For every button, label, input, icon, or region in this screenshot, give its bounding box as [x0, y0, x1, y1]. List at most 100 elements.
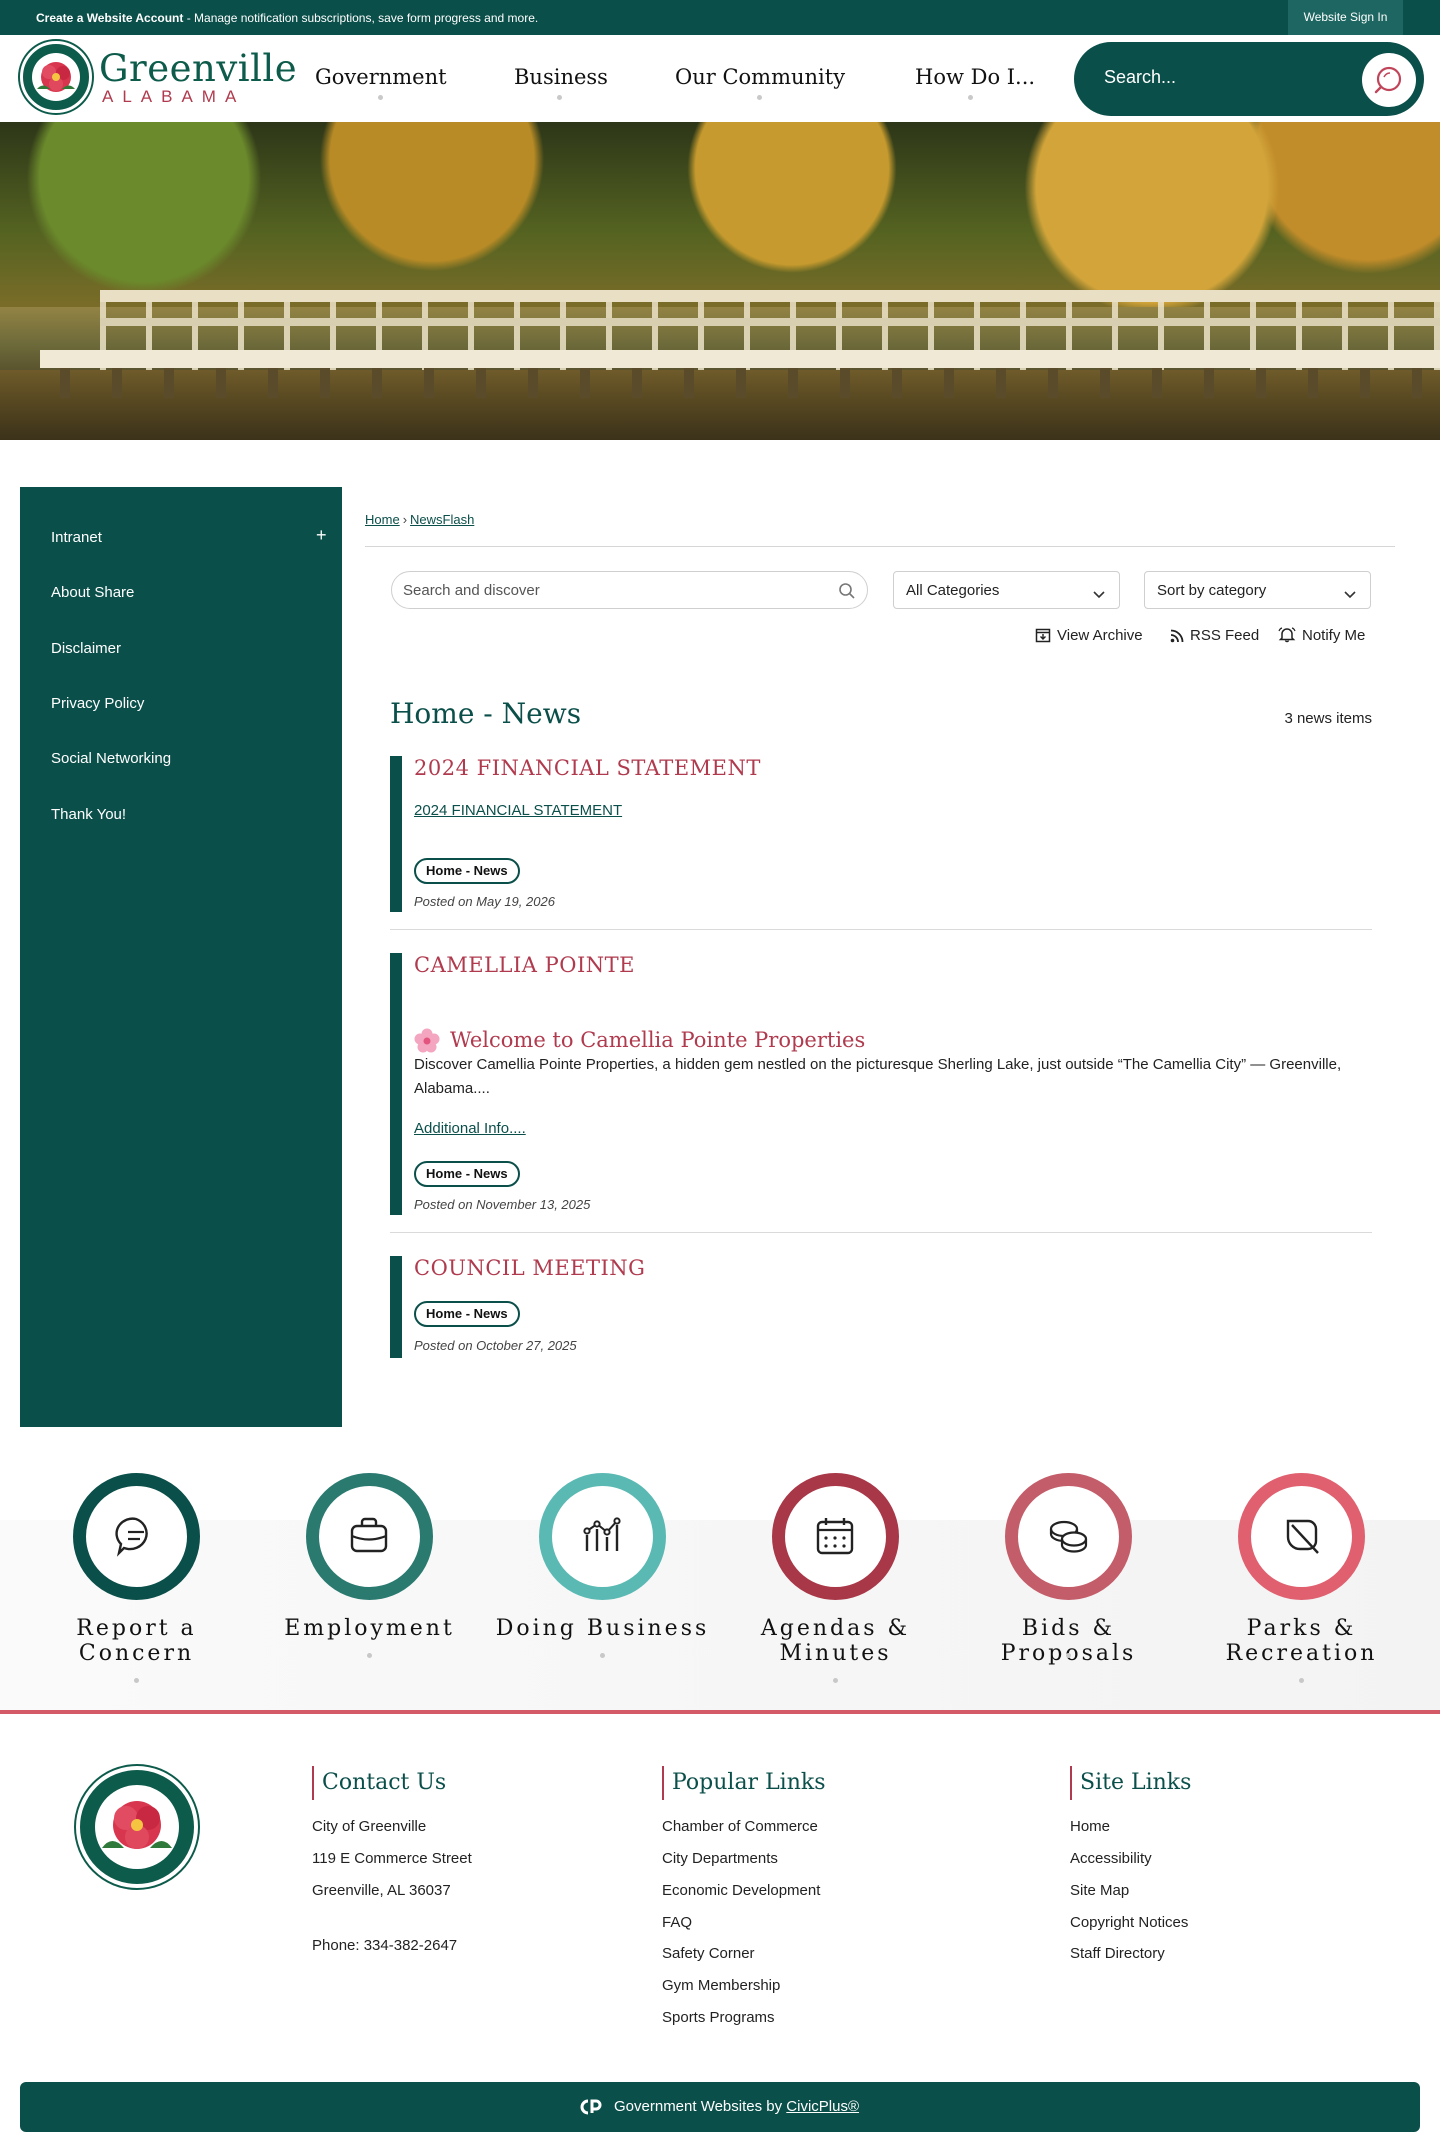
- quick-link-doing-business[interactable]: Doing Business: [486, 1473, 719, 1713]
- chevron-down-icon: [1093, 586, 1105, 604]
- category-select-value: All Categories: [906, 582, 1000, 599]
- footer-contact-line: 119 E Commerce Street: [312, 1850, 472, 1867]
- additional-info-link[interactable]: Additional Info....: [414, 1120, 526, 1137]
- logo-title[interactable]: Greenville: [99, 47, 297, 90]
- quick-link-label: Report a Concern: [20, 1616, 253, 1666]
- quick-link-ring: [1238, 1473, 1365, 1600]
- footer-popular-link[interactable]: Chamber of Commerce: [662, 1818, 818, 1835]
- create-account-message[interactable]: Create a Website Account - Manage notifi…: [36, 11, 538, 25]
- sidebar-item-intranet[interactable]: Intranet: [51, 529, 102, 546]
- quick-link-ring: [306, 1473, 433, 1600]
- news-item-title[interactable]: COUNCIL MEETING: [414, 1256, 645, 1280]
- news-summary: Discover Camellia Pointe Properties, a h…: [414, 1056, 1342, 1097]
- news-category-tag[interactable]: Home - News: [414, 1161, 520, 1187]
- nav-how-do-i[interactable]: How Do I...: [915, 65, 1035, 89]
- civicplus-credit-bar: Government Websites by CivicPlus®: [20, 2082, 1420, 2132]
- nav-government[interactable]: Government: [315, 65, 447, 89]
- news-accent-bar: [390, 953, 402, 1215]
- footer-site-link[interactable]: Staff Directory: [1070, 1945, 1165, 1962]
- civicplus-link[interactable]: CivicPlus®: [786, 2098, 859, 2115]
- news-item: 2024 FINANCIAL STATEMENT 2024 FINANCIAL …: [390, 756, 1372, 932]
- category-select[interactable]: All Categories: [893, 571, 1120, 609]
- quick-link-dot: [600, 1653, 605, 1658]
- hero-bridge-deck: [40, 350, 1440, 368]
- footer-site-link[interactable]: Copyright Notices: [1070, 1914, 1188, 1931]
- briefcase-icon: [350, 1517, 388, 1553]
- news-subheading: Welcome to Camellia Pointe Properties: [450, 1028, 866, 1052]
- leaf-icon: [1286, 1519, 1319, 1554]
- hero-bridge-rail: [100, 318, 1440, 326]
- news-category-tag[interactable]: Home - News: [414, 1301, 520, 1327]
- sidebar-item-social-networking[interactable]: Social Networking: [51, 750, 171, 767]
- quick-link-ring: [73, 1473, 200, 1600]
- quick-link-line1: Agendas &: [760, 1616, 911, 1641]
- quick-link-agendas-minutes[interactable]: Agendas & Minutes: [719, 1473, 952, 1713]
- create-account-desc: - Manage notification subscriptions, sav…: [183, 11, 539, 25]
- site-header: Greenville ALABAMA Government Business O…: [0, 35, 1440, 122]
- footer-popular-link[interactable]: Gym Membership: [662, 1977, 780, 1994]
- sidebar-item-about-share[interactable]: About Share: [51, 584, 134, 601]
- expand-intranet-button[interactable]: +: [316, 525, 327, 546]
- hero-trees: [0, 122, 1440, 307]
- sidebar-item-disclaimer[interactable]: Disclaimer: [51, 640, 121, 657]
- news-item: CAMELLIA POINTE Welcome to Camellia Poin…: [390, 953, 1372, 1235]
- quick-link-line1: Bids & Proposals: [1001, 1616, 1134, 1666]
- news-category-tag[interactable]: Home - News: [414, 858, 520, 884]
- news-search-input[interactable]: Search and discover: [391, 571, 868, 609]
- footer-site-heading: Site Links: [1070, 1766, 1191, 1800]
- quick-link-dot: [1066, 1653, 1071, 1658]
- rss-icon: [1170, 629, 1184, 643]
- nav-our-community[interactable]: Our Community: [675, 65, 845, 89]
- quick-link-label: Employment: [253, 1616, 486, 1641]
- footer-popular-link[interactable]: Safety Corner: [662, 1945, 755, 1962]
- view-archive-label: View Archive: [1057, 627, 1143, 644]
- footer-city-seal: [76, 1766, 198, 1888]
- hero-bridge-rail: [100, 290, 1440, 302]
- search-icon[interactable]: [838, 582, 856, 605]
- news-item-link[interactable]: 2024 FINANCIAL STATEMENT: [414, 802, 622, 819]
- graph-icon: [583, 1517, 621, 1551]
- sort-select[interactable]: Sort by category: [1144, 571, 1371, 609]
- quick-link-employment[interactable]: Employment: [253, 1473, 486, 1713]
- news-item-title[interactable]: 2024 FINANCIAL STATEMENT: [414, 756, 761, 780]
- quick-link-line1: Report a: [76, 1616, 197, 1641]
- news-search-placeholder: Search and discover: [403, 582, 540, 599]
- cherry-blossom-icon: [414, 1028, 440, 1053]
- news-item-title[interactable]: CAMELLIA POINTE: [414, 953, 635, 977]
- quick-link-label: Agendas & Minutes: [719, 1616, 952, 1666]
- quick-link-dot: [367, 1653, 372, 1658]
- news-posted-date: Posted on November 13, 2025: [414, 1197, 591, 1212]
- quick-link-parks-recreation[interactable]: Parks & Recreation: [1185, 1473, 1418, 1713]
- breadcrumb-newsflash[interactable]: NewsFlash: [410, 512, 474, 527]
- city-seal-logo[interactable]: [20, 41, 92, 113]
- rss-feed-link[interactable]: RSS Feed: [1170, 627, 1259, 644]
- quick-link-report-a-concern[interactable]: Report a Concern: [20, 1473, 253, 1713]
- calendar-icon: [816, 1518, 854, 1555]
- quick-link-dot: [134, 1678, 139, 1683]
- footer-contact-line: City of Greenville: [312, 1818, 427, 1835]
- website-sign-in-button[interactable]: Website Sign In: [1288, 0, 1403, 35]
- hero-bridge-piles: [60, 368, 1440, 398]
- footer-popular-link[interactable]: FAQ: [662, 1914, 692, 1931]
- footer-site-link[interactable]: Home: [1070, 1818, 1110, 1835]
- footer-popular-link[interactable]: Sports Programs: [662, 2009, 775, 2026]
- footer-phone[interactable]: Phone: 334-382-2647: [312, 1937, 457, 1954]
- site-search-button[interactable]: [1362, 53, 1416, 107]
- site-search[interactable]: Search...: [1074, 42, 1424, 116]
- search-icon: [1374, 66, 1402, 94]
- site-search-input[interactable]: Search...: [1104, 67, 1176, 88]
- quick-link-bids-proposals[interactable]: Bids & Proposals: [952, 1473, 1185, 1713]
- footer-site-link[interactable]: Accessibility: [1070, 1850, 1152, 1867]
- footer-site-link[interactable]: Site Map: [1070, 1882, 1129, 1899]
- footer-popular-link[interactable]: Economic Development: [662, 1882, 820, 1899]
- view-archive-link[interactable]: View Archive: [1035, 627, 1143, 644]
- quick-link-line2: Recreation: [1225, 1641, 1378, 1666]
- sidebar-item-thank-you[interactable]: Thank You!: [51, 806, 126, 823]
- nav-business[interactable]: Business: [514, 65, 608, 89]
- sidebar-item-privacy-policy[interactable]: Privacy Policy: [51, 695, 144, 712]
- create-account-link[interactable]: Create a Website Account: [36, 11, 183, 25]
- logo-subtitle: ALABAMA: [102, 87, 246, 106]
- notify-me-link[interactable]: Notify Me: [1278, 627, 1365, 644]
- footer-popular-link[interactable]: City Departments: [662, 1850, 778, 1867]
- breadcrumb-home[interactable]: Home: [365, 512, 400, 527]
